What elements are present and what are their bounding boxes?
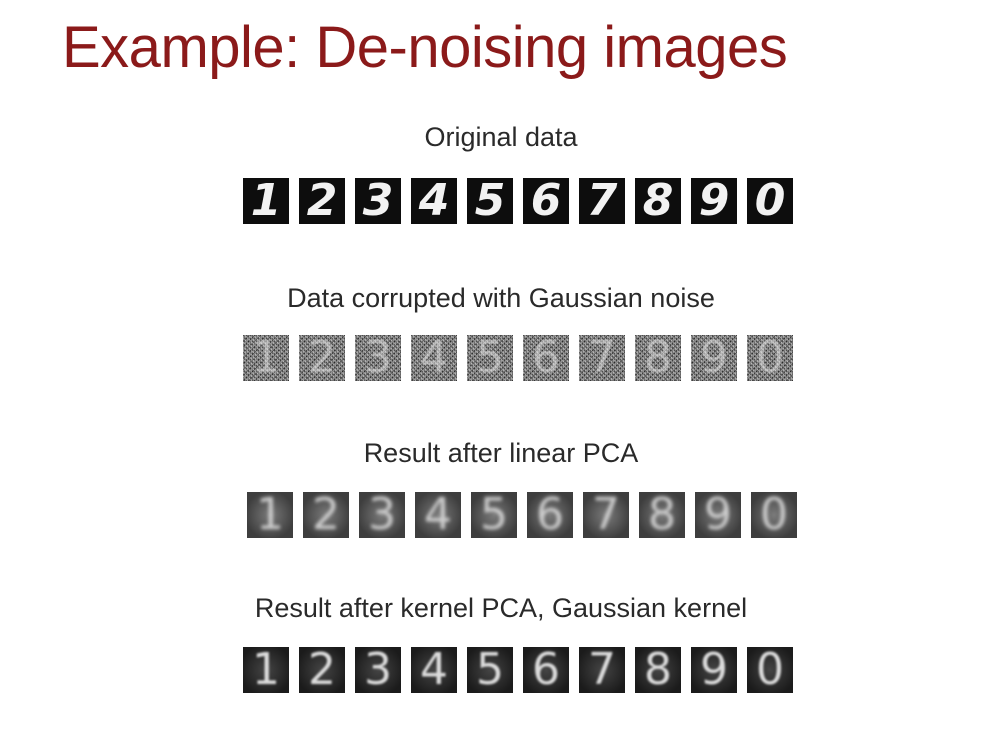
digit-glyph: 3 xyxy=(364,647,392,693)
digit-image-5: 5 xyxy=(467,647,513,693)
digit-image-3: 3 xyxy=(359,492,405,538)
digit-glyph: 5 xyxy=(476,647,504,693)
digit-glyph: 2 xyxy=(308,335,336,381)
digit-image-1: 1 xyxy=(247,492,293,538)
digit-image-8: 8 xyxy=(635,335,681,381)
digit-image-6: 6 xyxy=(527,492,573,538)
digit-image-0: 0 xyxy=(747,178,793,224)
digit-image-9: 9 xyxy=(691,335,737,381)
digit-image-5: 5 xyxy=(467,178,513,224)
digit-image-0: 0 xyxy=(747,335,793,381)
digit-image-2: 2 xyxy=(299,178,345,224)
digit-glyph: 4 xyxy=(420,335,448,381)
digit-glyph: 8 xyxy=(644,647,672,693)
caption-original: Original data xyxy=(424,122,578,152)
digit-glyph: 0 xyxy=(756,647,784,693)
digit-glyph: 3 xyxy=(364,335,392,381)
digit-glyph: 7 xyxy=(586,178,618,224)
digit-glyph: 5 xyxy=(480,492,508,538)
digit-image-6: 6 xyxy=(523,178,569,224)
digit-image-4: 4 xyxy=(411,178,457,224)
digit-image-4: 4 xyxy=(411,647,457,693)
digit-image-3: 3 xyxy=(355,178,401,224)
digit-row-original: 1234567890 xyxy=(243,178,793,224)
digit-glyph: 6 xyxy=(530,178,562,224)
digit-glyph: 1 xyxy=(252,647,280,693)
digit-glyph: 8 xyxy=(644,335,672,381)
digit-glyph: 6 xyxy=(532,647,560,693)
digit-glyph: 6 xyxy=(532,335,560,381)
digit-image-3: 3 xyxy=(355,335,401,381)
digit-glyph: 9 xyxy=(704,492,732,538)
digit-glyph: 1 xyxy=(252,335,280,381)
caption-kernel-pca: Result after kernel PCA, Gaussian kernel xyxy=(254,593,748,623)
digit-image-7: 7 xyxy=(583,492,629,538)
digit-image-0: 0 xyxy=(747,647,793,693)
digit-image-3: 3 xyxy=(355,647,401,693)
digit-image-1: 1 xyxy=(243,647,289,693)
digit-image-2: 2 xyxy=(303,492,349,538)
digit-glyph: 2 xyxy=(306,178,338,224)
digit-glyph: 3 xyxy=(362,178,394,224)
digit-image-9: 9 xyxy=(691,647,737,693)
digit-image-8: 8 xyxy=(635,647,681,693)
caption-noisy: Data corrupted with Gaussian noise xyxy=(287,283,715,313)
digit-glyph: 7 xyxy=(588,647,616,693)
digit-glyph: 4 xyxy=(424,492,452,538)
digit-image-4: 4 xyxy=(411,335,457,381)
digit-image-2: 2 xyxy=(299,335,345,381)
digit-image-1: 1 xyxy=(243,178,289,224)
slide-title: Example: De-noising images xyxy=(62,15,788,80)
digit-glyph: 0 xyxy=(754,178,786,224)
digit-glyph: 5 xyxy=(474,178,506,224)
digit-glyph: 4 xyxy=(420,647,448,693)
digit-glyph: 0 xyxy=(756,335,784,381)
digit-image-9: 9 xyxy=(695,492,741,538)
digit-glyph: 3 xyxy=(368,492,396,538)
digit-glyph: 6 xyxy=(536,492,564,538)
digit-image-8: 8 xyxy=(639,492,685,538)
digit-glyph: 2 xyxy=(312,492,340,538)
digit-row-noisy: 1234567890 xyxy=(243,335,793,381)
digit-image-0: 0 xyxy=(751,492,797,538)
digit-image-1: 1 xyxy=(243,335,289,381)
digit-glyph: 0 xyxy=(760,492,788,538)
digit-image-8: 8 xyxy=(635,178,681,224)
digit-image-4: 4 xyxy=(415,492,461,538)
digit-image-7: 7 xyxy=(579,335,625,381)
digit-glyph: 8 xyxy=(642,178,674,224)
digit-glyph: 4 xyxy=(418,178,450,224)
digit-glyph: 9 xyxy=(700,647,728,693)
digit-image-7: 7 xyxy=(579,647,625,693)
digit-glyph: 5 xyxy=(476,335,504,381)
digit-glyph: 2 xyxy=(308,647,336,693)
digit-image-5: 5 xyxy=(471,492,517,538)
digit-glyph: 8 xyxy=(648,492,676,538)
digit-image-9: 9 xyxy=(691,178,737,224)
digit-image-7: 7 xyxy=(579,178,625,224)
digit-glyph: 9 xyxy=(698,178,730,224)
digit-glyph: 7 xyxy=(588,335,616,381)
digit-glyph: 9 xyxy=(700,335,728,381)
digit-row-linear-pca: 1234567890 xyxy=(247,492,797,538)
caption-linear-pca: Result after linear PCA xyxy=(363,438,639,468)
digit-glyph: 7 xyxy=(592,492,620,538)
digit-image-2: 2 xyxy=(299,647,345,693)
digit-glyph: 1 xyxy=(256,492,284,538)
digit-image-6: 6 xyxy=(523,335,569,381)
digit-glyph: 1 xyxy=(250,178,282,224)
digit-image-6: 6 xyxy=(523,647,569,693)
digit-image-5: 5 xyxy=(467,335,513,381)
digit-row-kernel-pca: 1234567890 xyxy=(243,647,793,693)
